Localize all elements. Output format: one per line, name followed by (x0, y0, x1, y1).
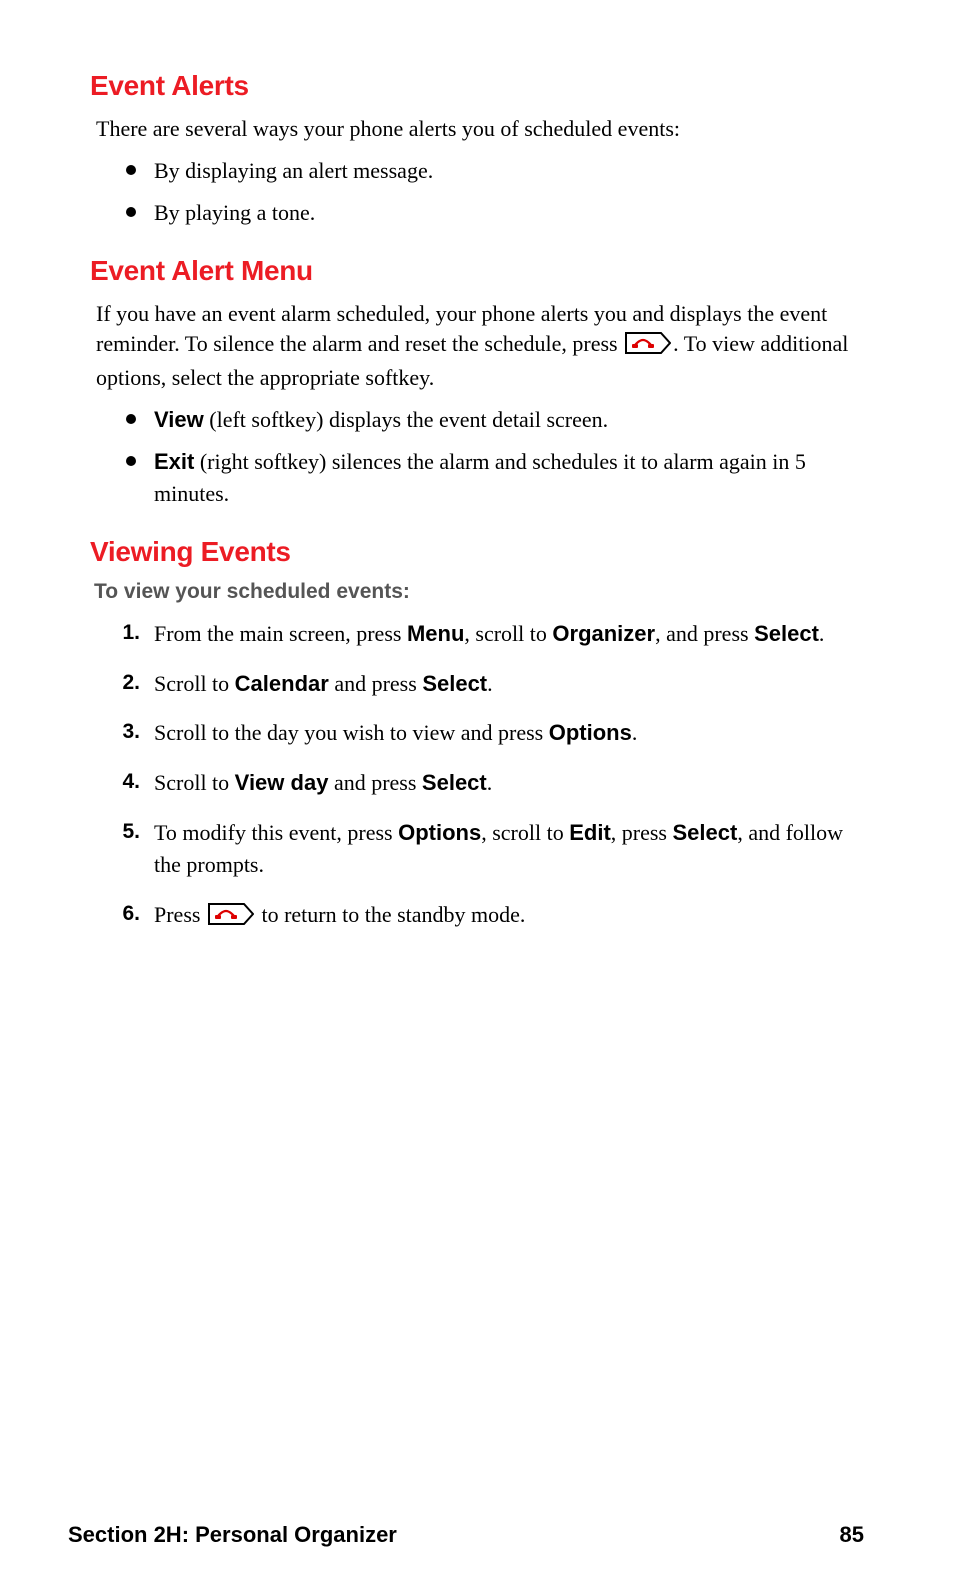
step-text: Scroll to (154, 671, 235, 696)
viewing-events-sublabel: To view your scheduled events: (94, 580, 864, 604)
viewing-events-steps: 1.From the main screen, press Menu, scro… (110, 618, 864, 934)
step-text: . (632, 720, 638, 745)
step-bold-text: Select (422, 770, 487, 795)
step-text: and press (328, 770, 421, 795)
step-item: 1. From the main screen, press Menu, scro… (110, 618, 864, 650)
end-key-icon (208, 902, 254, 934)
step-text: . (487, 671, 493, 696)
step-text: , scroll to (481, 820, 569, 845)
step-item: 5. To modify this event, press Options, s… (110, 817, 864, 881)
step-text: . (819, 621, 825, 646)
step-text: . (487, 770, 493, 795)
step-bold-text: Edit (569, 820, 611, 845)
step-text: Scroll to (154, 770, 235, 795)
heading-event-alerts: Event Alerts (90, 70, 864, 102)
list-item: By displaying an alert message. (126, 155, 864, 187)
step-bold-text: Options (549, 720, 632, 745)
step-bold-text: Select (422, 671, 487, 696)
end-key-icon (625, 332, 671, 363)
step-item: 6. Press to return to the standby mode. (110, 899, 864, 934)
event-alerts-intro: There are several ways your phone alerts… (96, 114, 864, 145)
step-text: From the main screen, press (154, 621, 407, 646)
bullet-bold: View (154, 407, 204, 432)
bullet-text: By playing a tone. (154, 200, 315, 225)
step-text: , and press (655, 621, 754, 646)
event-alert-menu-bullets: View (left softkey) displays the event d… (126, 404, 864, 510)
footer-page-number: 85 (840, 1522, 864, 1548)
heading-event-alert-menu: Event Alert Menu (90, 255, 864, 287)
step-bold-text: Calendar (235, 671, 329, 696)
step-bold-text: Select (754, 621, 819, 646)
step-text: Press (154, 902, 206, 927)
step-bold-text: Organizer (552, 621, 655, 646)
page-content: Event Alerts There are several ways your… (0, 0, 954, 934)
bullet-rest: (left softkey) displays the event detail… (204, 407, 608, 432)
footer-section-label: Section 2H: Personal Organizer (68, 1522, 397, 1548)
page-footer: Section 2H: Personal Organizer 85 (0, 1522, 954, 1590)
bullet-rest: (right softkey) silences the alarm and s… (154, 449, 806, 506)
step-bold-text: Select (673, 820, 738, 845)
step-bold-text: Menu (407, 621, 464, 646)
step-text: to return to the standby mode. (256, 902, 525, 927)
step-number: 3. (110, 717, 140, 747)
step-number: 1. (110, 618, 140, 648)
list-item: View (left softkey) displays the event d… (126, 404, 864, 436)
step-bold-text: View day (235, 770, 329, 795)
step-bold-text: Options (398, 820, 481, 845)
step-text: , scroll to (464, 621, 552, 646)
step-text: and press (329, 671, 422, 696)
list-item: Exit (right softkey) silences the alarm … (126, 446, 864, 510)
step-item: 2. Scroll to Calendar and press Select. (110, 668, 864, 700)
bullet-bold: Exit (154, 449, 194, 474)
step-text: , press (611, 820, 673, 845)
event-alert-menu-intro: If you have an event alarm scheduled, yo… (96, 299, 864, 394)
step-item: 4. Scroll to View day and press Select. (110, 767, 864, 799)
step-number: 4. (110, 767, 140, 797)
bullet-text: By displaying an alert message. (154, 158, 433, 183)
step-number: 5. (110, 817, 140, 847)
event-alerts-bullets: By displaying an alert message. By playi… (126, 155, 864, 229)
step-number: 6. (110, 899, 140, 929)
step-number: 2. (110, 668, 140, 698)
step-text: Scroll to the day you wish to view and p… (154, 720, 549, 745)
heading-viewing-events: Viewing Events (90, 536, 864, 568)
step-text: To modify this event, press (154, 820, 398, 845)
step-item: 3. Scroll to the day you wish to view and… (110, 717, 864, 749)
list-item: By playing a tone. (126, 197, 864, 229)
